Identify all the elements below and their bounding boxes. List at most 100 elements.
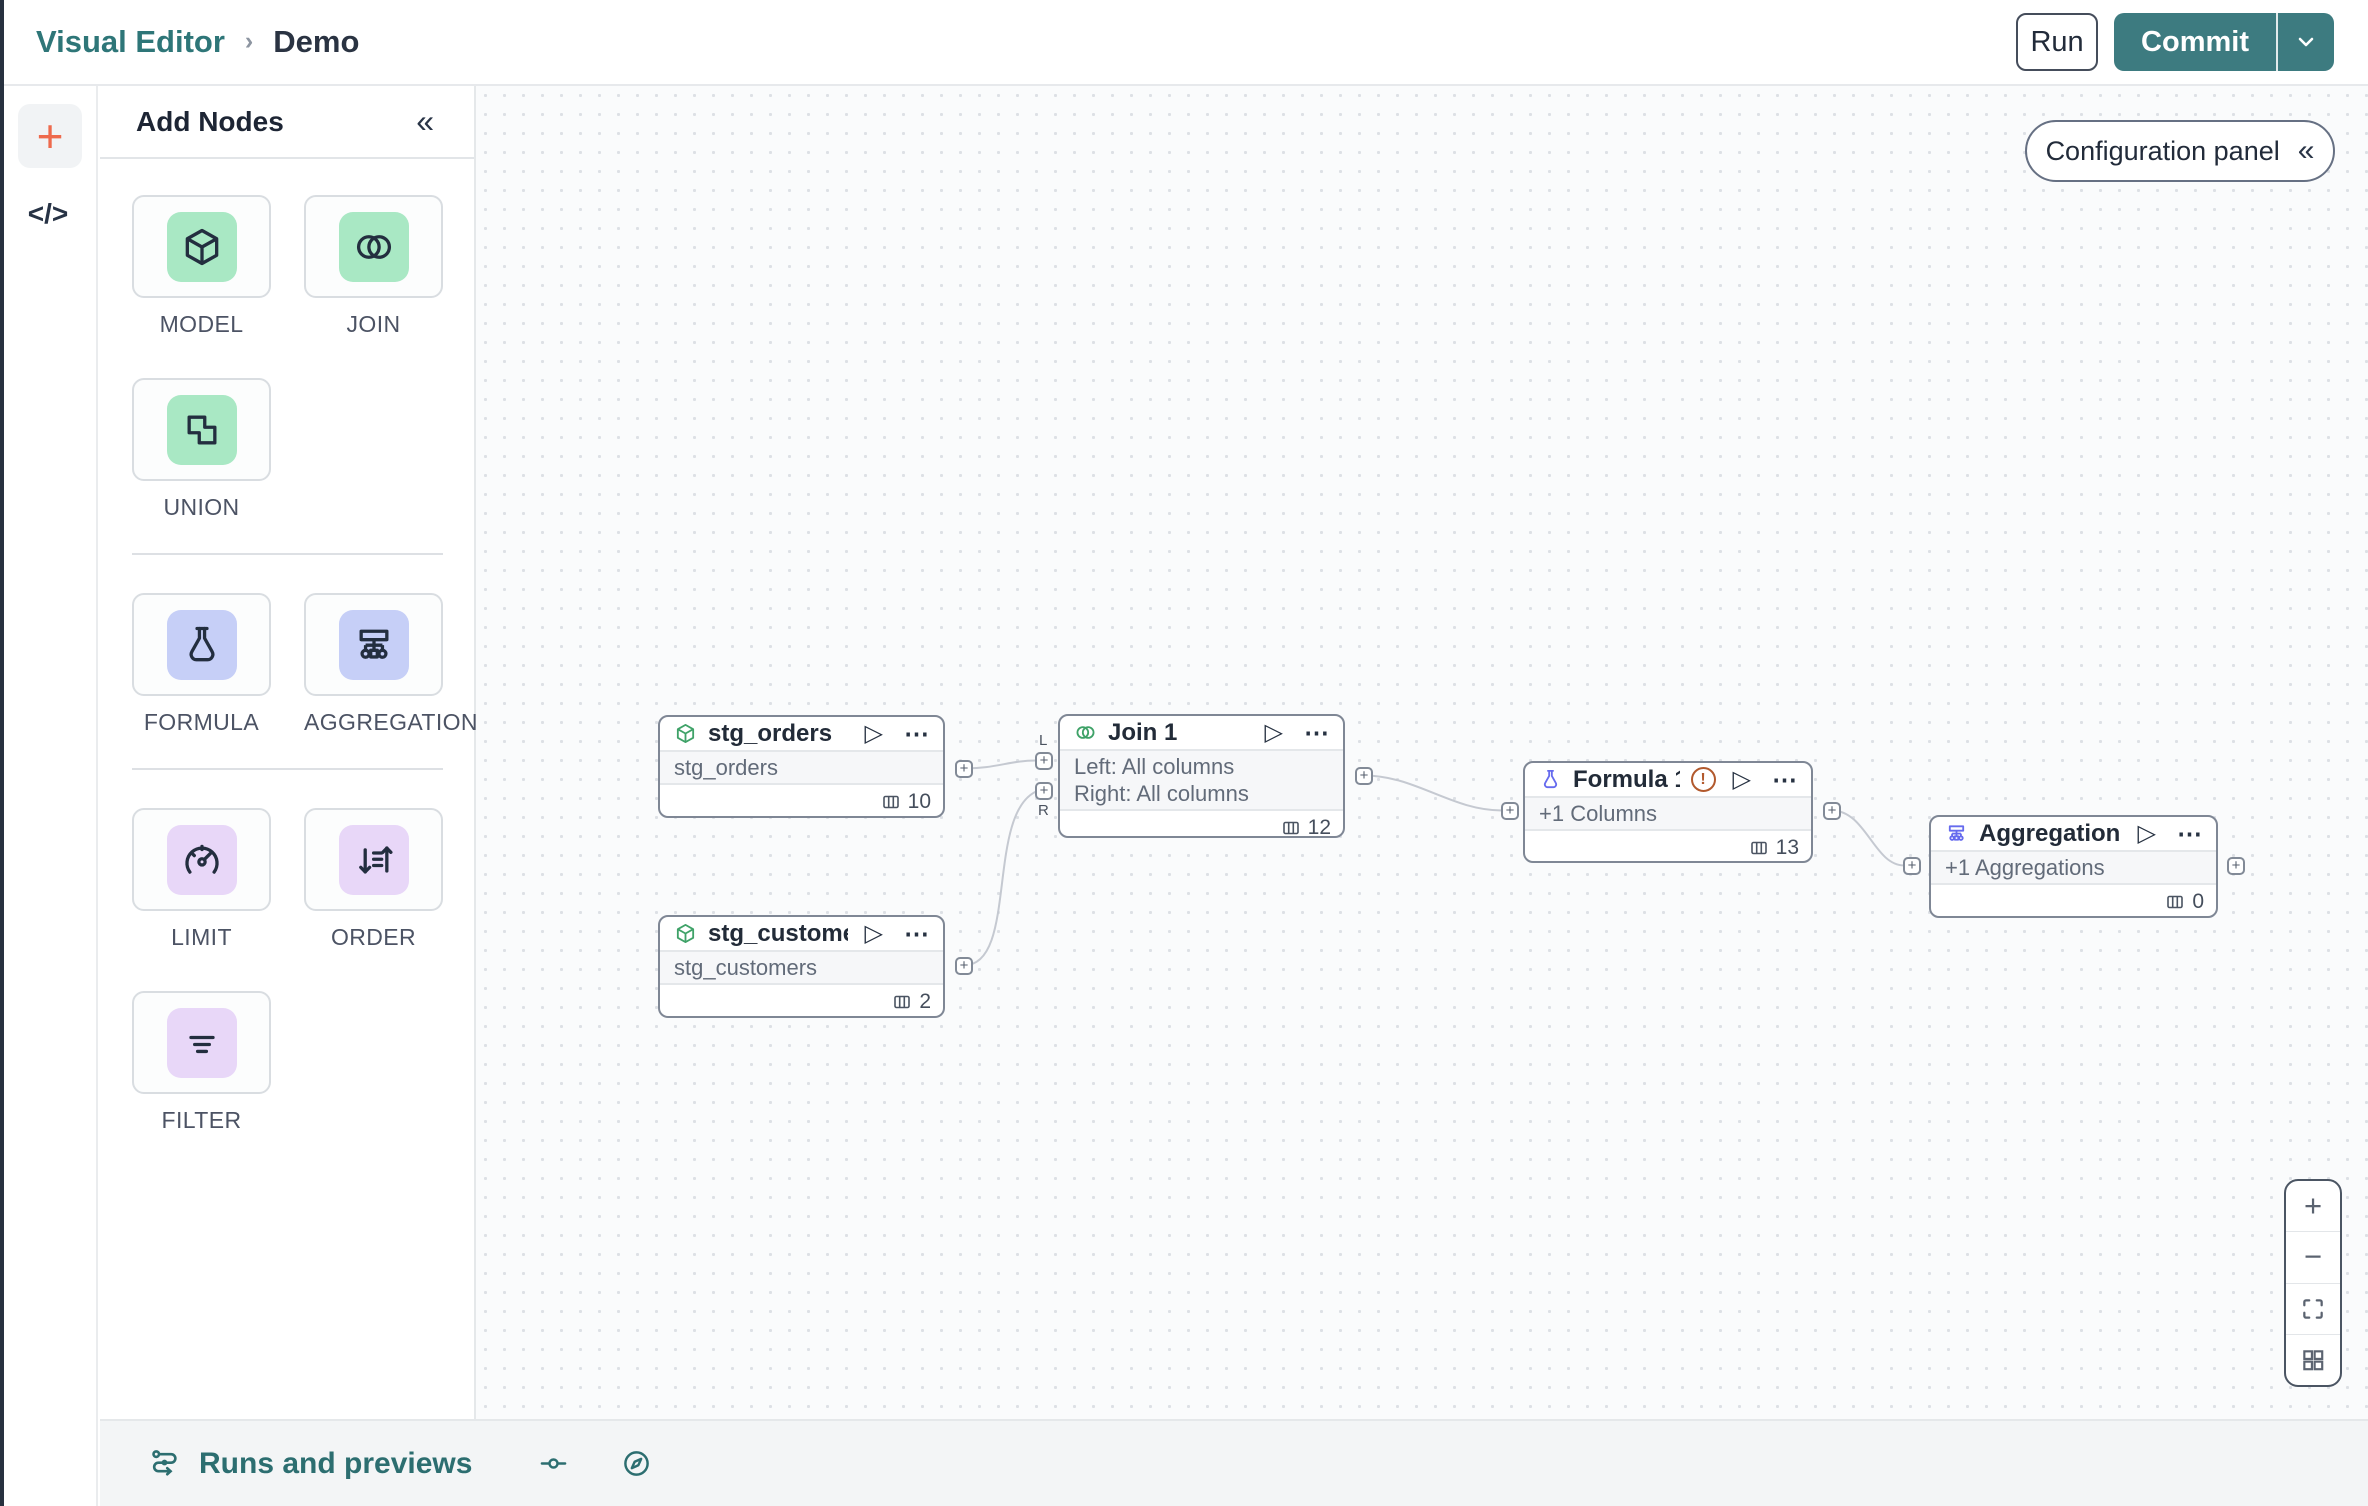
tile-filter-label: FILTER: [161, 1107, 242, 1133]
node-menu-icon[interactable]: ⋯: [1304, 718, 1329, 748]
edge-customers-to-join: [963, 790, 1037, 967]
columns-icon: [881, 792, 901, 812]
play-node-icon[interactable]: ▷: [1265, 718, 1283, 747]
node-footer: 10: [660, 785, 943, 818]
node-body: +1 Columns: [1525, 796, 1811, 831]
tile-order[interactable]: ORDER: [304, 808, 443, 951]
breadcrumb-visual-editor-link[interactable]: Visual Editor: [36, 24, 225, 60]
breadcrumb-chevron-icon: ›: [244, 26, 254, 55]
fit-view-button[interactable]: [2286, 1284, 2340, 1335]
sort-arrows-icon: [338, 824, 409, 895]
port-aggregation-output[interactable]: +: [2227, 857, 2245, 875]
warning-icon[interactable]: !: [1690, 767, 1716, 792]
tile-group-divider: [132, 553, 443, 555]
port-join-right-input[interactable]: +: [1035, 782, 1053, 800]
tile-model-label: MODEL: [159, 311, 244, 337]
node-menu-icon[interactable]: ⋯: [1772, 765, 1797, 795]
join-circles-icon: [338, 211, 409, 282]
node-footer: 13: [1525, 831, 1811, 864]
commit-split-button: Commit: [2114, 13, 2334, 71]
column-count: 0: [2192, 889, 2204, 913]
breadcrumb-current-page: Demo: [273, 24, 360, 59]
canvas-zoom-toolbar: + −: [2284, 1179, 2342, 1387]
configuration-panel-button[interactable]: Configuration panel «: [2025, 120, 2335, 182]
edge-formula-to-aggregation: [1831, 809, 1905, 867]
fit-view-icon: [2303, 1298, 2323, 1319]
tile-formula-label: FORMULA: [143, 709, 260, 735]
node-tile-grid: MODEL JOIN UNION FORMULA AGGREGATION LIM…: [100, 159, 478, 1174]
tile-limit[interactable]: LIMIT: [132, 808, 271, 951]
node-title: Join 1: [1108, 718, 1178, 746]
node-menu-icon[interactable]: ⋯: [904, 719, 929, 749]
aggregation-tree-icon: [1945, 822, 1968, 845]
commit-dropdown-button[interactable]: [2276, 13, 2334, 71]
gauge-icon: [166, 824, 237, 895]
port-formula-output[interactable]: +: [1823, 802, 1841, 820]
play-node-icon[interactable]: ▷: [865, 919, 883, 948]
node-footer: 2: [660, 985, 943, 1018]
port-aggregation-input[interactable]: +: [1903, 857, 1921, 875]
cube-icon: [166, 211, 237, 282]
runs-and-previews-label: Runs and previews: [199, 1446, 473, 1480]
configuration-panel-label: Configuration panel: [2045, 135, 2280, 166]
zoom-out-button[interactable]: −: [2286, 1232, 2340, 1284]
port-join-output[interactable]: +: [1355, 767, 1373, 785]
node-body-text: Right: All columns: [1074, 781, 1249, 806]
run-button[interactable]: Run: [2016, 13, 2099, 71]
node-header: Formula 1 ! ▷ ⋯: [1525, 763, 1811, 796]
port-stg-customers-output[interactable]: +: [955, 957, 973, 975]
tile-aggregation[interactable]: AGGREGATION: [304, 593, 478, 736]
node-body: stg_orders: [660, 750, 943, 785]
tile-group-divider: [132, 768, 443, 770]
play-node-icon[interactable]: ▷: [2138, 819, 2156, 848]
flask-icon: [1539, 768, 1562, 791]
commit-button[interactable]: Commit: [2114, 13, 2276, 71]
tile-filter[interactable]: FILTER: [132, 991, 271, 1134]
node-title: stg_orders: [708, 719, 833, 747]
columns-icon: [892, 992, 912, 1012]
grid-icon: [2303, 1350, 2324, 1371]
minimap-toggle-button[interactable]: [2286, 1335, 2340, 1385]
pipeline-canvas[interactable]: Configuration panel « stg_orders ▷ ⋯ stg…: [476, 86, 2368, 1419]
tile-aggregation-label: AGGREGATION: [304, 709, 478, 735]
columns-icon: [1281, 818, 1301, 838]
port-stg-orders-output[interactable]: +: [955, 760, 973, 778]
compass-icon[interactable]: [621, 1448, 652, 1479]
tile-union-label: UNION: [163, 494, 240, 520]
add-nodes-title: Add Nodes: [136, 105, 284, 137]
edge-orders-to-join: [963, 759, 1037, 770]
tile-join[interactable]: JOIN: [304, 195, 443, 338]
node-formula-1[interactable]: Formula 1 ! ▷ ⋯ +1 Columns 13: [1523, 761, 1813, 863]
node-stg-orders[interactable]: stg_orders ▷ ⋯ stg_orders 10: [658, 715, 945, 818]
add-nodes-toggle-button[interactable]: +: [18, 104, 82, 168]
edge-join-to-formula: [1363, 774, 1503, 812]
node-aggregation-1[interactable]: Aggregation 1 ▷ ⋯ +1 Aggregations 0: [1929, 815, 2218, 918]
git-commit-icon[interactable]: [538, 1448, 569, 1479]
node-title: stg_customers: [708, 919, 848, 947]
code-view-button[interactable]: </>: [0, 198, 96, 230]
tile-order-label: ORDER: [330, 924, 417, 950]
tile-formula[interactable]: FORMULA: [132, 593, 271, 736]
union-squares-icon: [166, 394, 237, 465]
collapse-panel-icon[interactable]: «: [416, 103, 434, 140]
play-node-icon[interactable]: ▷: [1733, 765, 1751, 794]
node-header: stg_customers ▷ ⋯: [660, 917, 943, 950]
node-body-text: stg_orders: [674, 755, 778, 780]
play-node-icon[interactable]: ▷: [865, 719, 883, 748]
node-stg-customers[interactable]: stg_customers ▷ ⋯ stg_customers 2: [658, 915, 945, 1018]
tile-model[interactable]: MODEL: [132, 195, 271, 338]
zoom-in-button[interactable]: +: [2286, 1181, 2340, 1233]
node-header: stg_orders ▷ ⋯: [660, 717, 943, 750]
node-join-1[interactable]: Join 1 ▷ ⋯ Left: All columns Right: All …: [1058, 714, 1345, 839]
runs-and-previews-button[interactable]: Runs and previews: [148, 1447, 472, 1481]
port-formula-input[interactable]: +: [1501, 802, 1519, 820]
filter-lines-icon: [166, 1007, 237, 1078]
runs-route-icon: [152, 1450, 177, 1476]
column-count: 10: [907, 789, 931, 813]
node-menu-icon[interactable]: ⋯: [904, 919, 929, 949]
tile-union[interactable]: UNION: [132, 378, 271, 521]
columns-icon: [1749, 838, 1769, 858]
node-header: Aggregation 1 ▷ ⋯: [1931, 817, 2216, 850]
port-join-left-input[interactable]: +: [1035, 752, 1053, 770]
node-menu-icon[interactable]: ⋯: [2177, 819, 2202, 849]
